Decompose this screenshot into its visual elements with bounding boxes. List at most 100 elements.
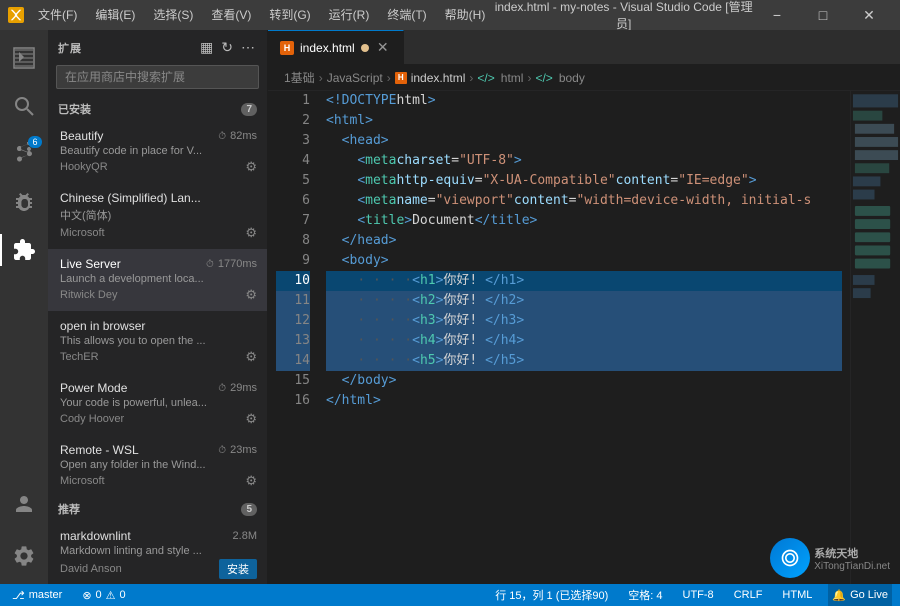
search-box[interactable] xyxy=(56,65,259,89)
ext-remotewsl[interactable]: Remote - WSL ⏱ 23ms Open any folder in t… xyxy=(48,435,267,497)
breadcrumb-html[interactable]: </> html xyxy=(477,71,523,85)
ext-chinese-gear[interactable]: ⚙ xyxy=(245,225,257,241)
window-controls[interactable]: − □ ✕ xyxy=(754,0,892,30)
errors-item[interactable]: ⊗ 0 ⚠ 0 xyxy=(78,584,129,606)
search-input[interactable] xyxy=(56,65,259,89)
menu-help[interactable]: 帮助(H) xyxy=(437,0,494,30)
liveserver-icon: 🔔 xyxy=(832,589,846,602)
maximize-button[interactable]: □ xyxy=(800,0,846,30)
line-num-12: 12 xyxy=(276,311,310,331)
code-content[interactable]: <!DOCTYPE html> <html> <head> <meta char… xyxy=(318,91,850,584)
breadcrumb-indexhtml-label: index.html xyxy=(411,71,466,85)
filter-icon[interactable]: ▦ xyxy=(198,37,215,58)
line-num-5: 5 xyxy=(276,171,310,191)
line-num-6: 6 xyxy=(276,191,310,211)
ext-liveserver-author: Ritwick Dey ⚙ xyxy=(60,287,257,303)
menu-terminal[interactable]: 终端(T) xyxy=(379,0,434,30)
ext-chinese-author: Microsoft ⚙ xyxy=(60,225,257,241)
line-ending-item[interactable]: CRLF xyxy=(730,584,767,606)
ext-beautify-desc: Beautify code in place for V... xyxy=(60,145,257,157)
breadcrumb-indexhtml[interactable]: H index.html xyxy=(395,71,466,85)
tab-bar: H index.html ✕ xyxy=(268,30,900,65)
activity-search[interactable] xyxy=(0,82,48,130)
language-label: HTML xyxy=(782,589,812,601)
breadcrumb-javascript[interactable]: JavaScript xyxy=(327,71,383,85)
sidebar-header: 扩展 ▦ ↻ ⋯ xyxy=(48,30,267,65)
refresh-icon[interactable]: ↻ xyxy=(219,37,235,58)
breadcrumb-body[interactable]: </> body xyxy=(535,71,584,85)
activity-scm[interactable]: 6 xyxy=(0,130,48,178)
close-button[interactable]: ✕ xyxy=(846,0,892,30)
code-editor: 1 2 3 4 5 6 7 8 9 10 11 12 13 14 15 16 <… xyxy=(268,91,900,584)
ext-markdownlint[interactable]: markdownlint 2.8M Markdown linting and s… xyxy=(48,521,267,584)
install-markdownlint-button[interactable]: 安装 xyxy=(219,559,257,579)
encoding-item[interactable]: UTF-8 xyxy=(679,584,718,606)
line-num-2: 2 xyxy=(276,111,310,131)
titlebar: 文件(F) 编辑(E) 选择(S) 查看(V) 转到(G) 运行(R) 终端(T… xyxy=(0,0,900,30)
minimize-button[interactable]: − xyxy=(754,0,800,30)
main-container: 6 扩展 ▦ ↻ ⋯ 已安 xyxy=(0,30,900,584)
line-num-11: 11 xyxy=(276,291,310,311)
tab-filename: index.html xyxy=(300,41,355,55)
activity-extensions[interactable] xyxy=(0,226,48,274)
ext-beautify-gear[interactable]: ⚙ xyxy=(245,159,257,175)
line-num-3: 3 xyxy=(276,131,310,151)
minimap xyxy=(850,91,900,584)
breadcrumb-sep1: › xyxy=(319,71,323,85)
breadcrumb-body-label: body xyxy=(559,71,585,85)
code-line-13: · · · ·<h4>你好! </h4> xyxy=(326,331,842,351)
liveserver-port: Go Live xyxy=(850,589,888,601)
menu-view[interactable]: 查看(V) xyxy=(203,0,259,30)
ext-chinese[interactable]: Chinese (Simplified) Lan... 中文(简体) Micro… xyxy=(48,183,267,249)
activity-settings[interactable] xyxy=(0,532,48,580)
menu-select[interactable]: 选择(S) xyxy=(145,0,201,30)
section-installed[interactable]: 已安装 7 xyxy=(48,97,267,121)
ext-beautify[interactable]: Beautify ⏱ 82ms Beautify code in place f… xyxy=(48,121,267,183)
code-line-1: <!DOCTYPE html> xyxy=(326,91,842,111)
code-line-9: <body> xyxy=(326,251,842,271)
ext-beautify-author: HookyQR ⚙ xyxy=(60,159,257,175)
section-recommended[interactable]: 推荐 5 xyxy=(48,497,267,521)
language-item[interactable]: HTML xyxy=(778,584,816,606)
powermode-clock-icon: ⏱ xyxy=(218,383,226,394)
code-line-8: </head> xyxy=(326,231,842,251)
line-num-9: 9 xyxy=(276,251,310,271)
menu-edit[interactable]: 编辑(E) xyxy=(87,0,143,30)
liveserver-clock-icon: ⏱ xyxy=(206,259,214,270)
activity-explorer[interactable] xyxy=(0,34,48,82)
breadcrumb: 1基础 › JavaScript › H index.html › </> ht… xyxy=(268,65,900,91)
line-num-7: 7 xyxy=(276,211,310,231)
activity-debug[interactable] xyxy=(0,178,48,226)
tab-index-html[interactable]: H index.html ✕ xyxy=(268,30,404,64)
breadcrumb-1basics[interactable]: 1基础 xyxy=(284,69,315,86)
ext-liveserver-gear[interactable]: ⚙ xyxy=(245,287,257,303)
branch-item[interactable]: ⎇ master xyxy=(8,584,66,606)
ext-powermode-gear[interactable]: ⚙ xyxy=(245,411,257,427)
ext-remotewsl-gear[interactable]: ⚙ xyxy=(245,473,257,489)
ext-liveserver[interactable]: Live Server ⏱ 1770ms Launch a developmen… xyxy=(48,249,267,311)
ext-openinbrowser-gear[interactable]: ⚙ xyxy=(245,349,257,365)
more-icon[interactable]: ⋯ xyxy=(239,37,257,58)
menu-run[interactable]: 运行(R) xyxy=(321,0,378,30)
ext-openinbrowser[interactable]: open in browser This allows you to open … xyxy=(48,311,267,373)
code-line-11: · · · ·<h2>你好! </h2> xyxy=(326,291,842,311)
breadcrumb-javascript-label: JavaScript xyxy=(327,71,383,85)
menu-goto[interactable]: 转到(G) xyxy=(261,0,318,30)
activity-account[interactable] xyxy=(0,480,48,528)
ext-openinbrowser-author: TechER ⚙ xyxy=(60,349,257,365)
ext-chinese-name: Chinese (Simplified) Lan... xyxy=(60,191,201,205)
ext-markdownlint-name: markdownlint xyxy=(60,529,131,543)
tab-close-button[interactable]: ✕ xyxy=(375,40,391,56)
ext-powermode[interactable]: Power Mode ⏱ 29ms Your code is powerful,… xyxy=(48,373,267,435)
menu-file[interactable]: 文件(F) xyxy=(30,0,85,30)
ext-remotewsl-header: Remote - WSL ⏱ 23ms xyxy=(60,443,257,457)
watermark-text: 系统天地 XiTongTianDi.net xyxy=(814,545,890,572)
spaces-item[interactable]: 空格: 4 xyxy=(624,584,666,606)
status-bar: ⎇ master ⊗ 0 ⚠ 0 行 15，列 1 (已选择90) 空格: 4 … xyxy=(0,584,900,606)
menu-bar[interactable]: 文件(F) 编辑(E) 选择(S) 查看(V) 转到(G) 运行(R) 终端(T… xyxy=(30,0,493,30)
position-item[interactable]: 行 15，列 1 (已选择90) xyxy=(491,584,612,606)
line-num-4: 4 xyxy=(276,151,310,171)
code-line-14: · · · ·<h5>你好! </h5> xyxy=(326,351,842,371)
liveserver-status[interactable]: 🔔 Go Live xyxy=(828,584,892,606)
scm-badge: 6 xyxy=(28,136,42,148)
